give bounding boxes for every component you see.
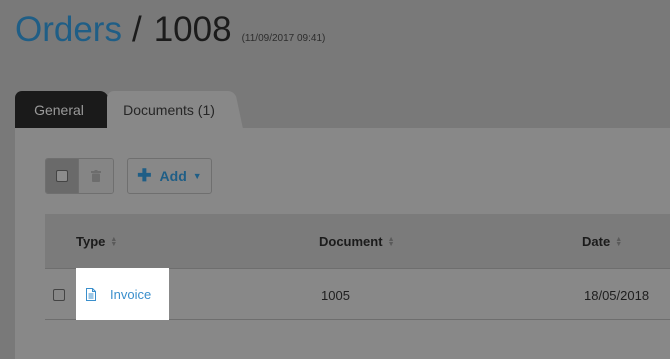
- documents-table: Type ▲ ▼ Document ▲ ▼ Date ▲ ▼ Invoice 1005…: [45, 214, 670, 320]
- trash-icon: [91, 170, 102, 182]
- cell-date: 18/05/2018: [584, 288, 650, 303]
- row-checkbox[interactable]: [53, 289, 65, 301]
- sort-icon: ▲ ▼: [615, 235, 623, 248]
- column-header-document-label: Document: [319, 234, 383, 249]
- tab-documents[interactable]: Documents (1): [107, 91, 231, 129]
- cell-document: 1005: [321, 288, 350, 303]
- breadcrumb-orders-link[interactable]: Orders: [15, 10, 122, 50]
- checkbox-icon: [56, 170, 69, 182]
- select-all-button[interactable]: [46, 159, 80, 193]
- table-row[interactable]: Invoice 1005 18/05/2018: [45, 268, 670, 320]
- table-header: Type ▲ ▼ Document ▲ ▼ Date ▲ ▼: [45, 214, 670, 268]
- column-header-date[interactable]: Date ▲ ▼: [582, 234, 622, 249]
- delete-button[interactable]: [79, 159, 113, 193]
- add-button[interactable]: ✚ Add ▼: [127, 158, 212, 194]
- column-header-type[interactable]: Type ▲ ▼: [76, 234, 117, 249]
- document-icon: [86, 287, 96, 301]
- column-header-date-label: Date: [582, 234, 611, 249]
- bulk-action-group: [45, 158, 114, 194]
- tab-general[interactable]: General: [15, 91, 103, 129]
- tab-documents-label: Documents (1): [123, 102, 215, 118]
- add-button-label: Add: [159, 168, 187, 184]
- plus-icon: ✚: [137, 166, 152, 185]
- tab-general-label: General: [34, 102, 84, 118]
- sort-icon: ▲ ▼: [110, 235, 118, 248]
- column-header-type-label: Type: [76, 234, 106, 249]
- invoice-link[interactable]: Invoice: [110, 287, 151, 302]
- caret-down-icon: ▼: [192, 171, 202, 181]
- column-header-document[interactable]: Document ▲ ▼: [319, 234, 395, 249]
- sort-icon: ▲ ▼: [387, 235, 395, 248]
- invoice-highlight[interactable]: Invoice: [76, 268, 169, 320]
- page-title: 1008: [153, 10, 232, 49]
- page-header: Orders / 1008 (11/09/2017 09:41): [15, 10, 325, 50]
- order-timestamp: (11/09/2017 09:41): [241, 33, 326, 44]
- breadcrumb-separator: /: [131, 10, 142, 49]
